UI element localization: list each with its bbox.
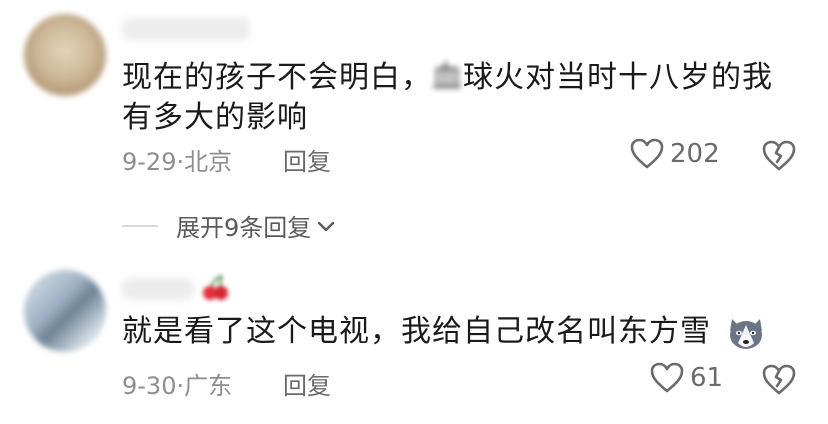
username-blurred[interactable] (122, 278, 194, 300)
like-button[interactable]: 61 (650, 362, 723, 394)
heart-outline-icon (650, 362, 684, 393)
like-count: 61 (690, 363, 724, 393)
broken-heart-icon[interactable] (762, 364, 796, 396)
comment-date-location: 9-30·广东 (122, 372, 233, 400)
comment-item: 就是看了这个电视，我给自己改名叫东方雪 9-30·广东 回复 61 (0, 0, 828, 424)
reply-button[interactable]: 回复 (283, 366, 331, 401)
comment-text-part: 就是看了这个电视，我给自己改名叫东方雪 (122, 314, 711, 349)
avatar[interactable] (24, 270, 106, 352)
cherry-icon (203, 275, 228, 300)
husky-dog-emoji-icon (729, 318, 762, 349)
comment-text: 就是看了这个电视，我给自己改名叫东方雪 (122, 312, 802, 353)
